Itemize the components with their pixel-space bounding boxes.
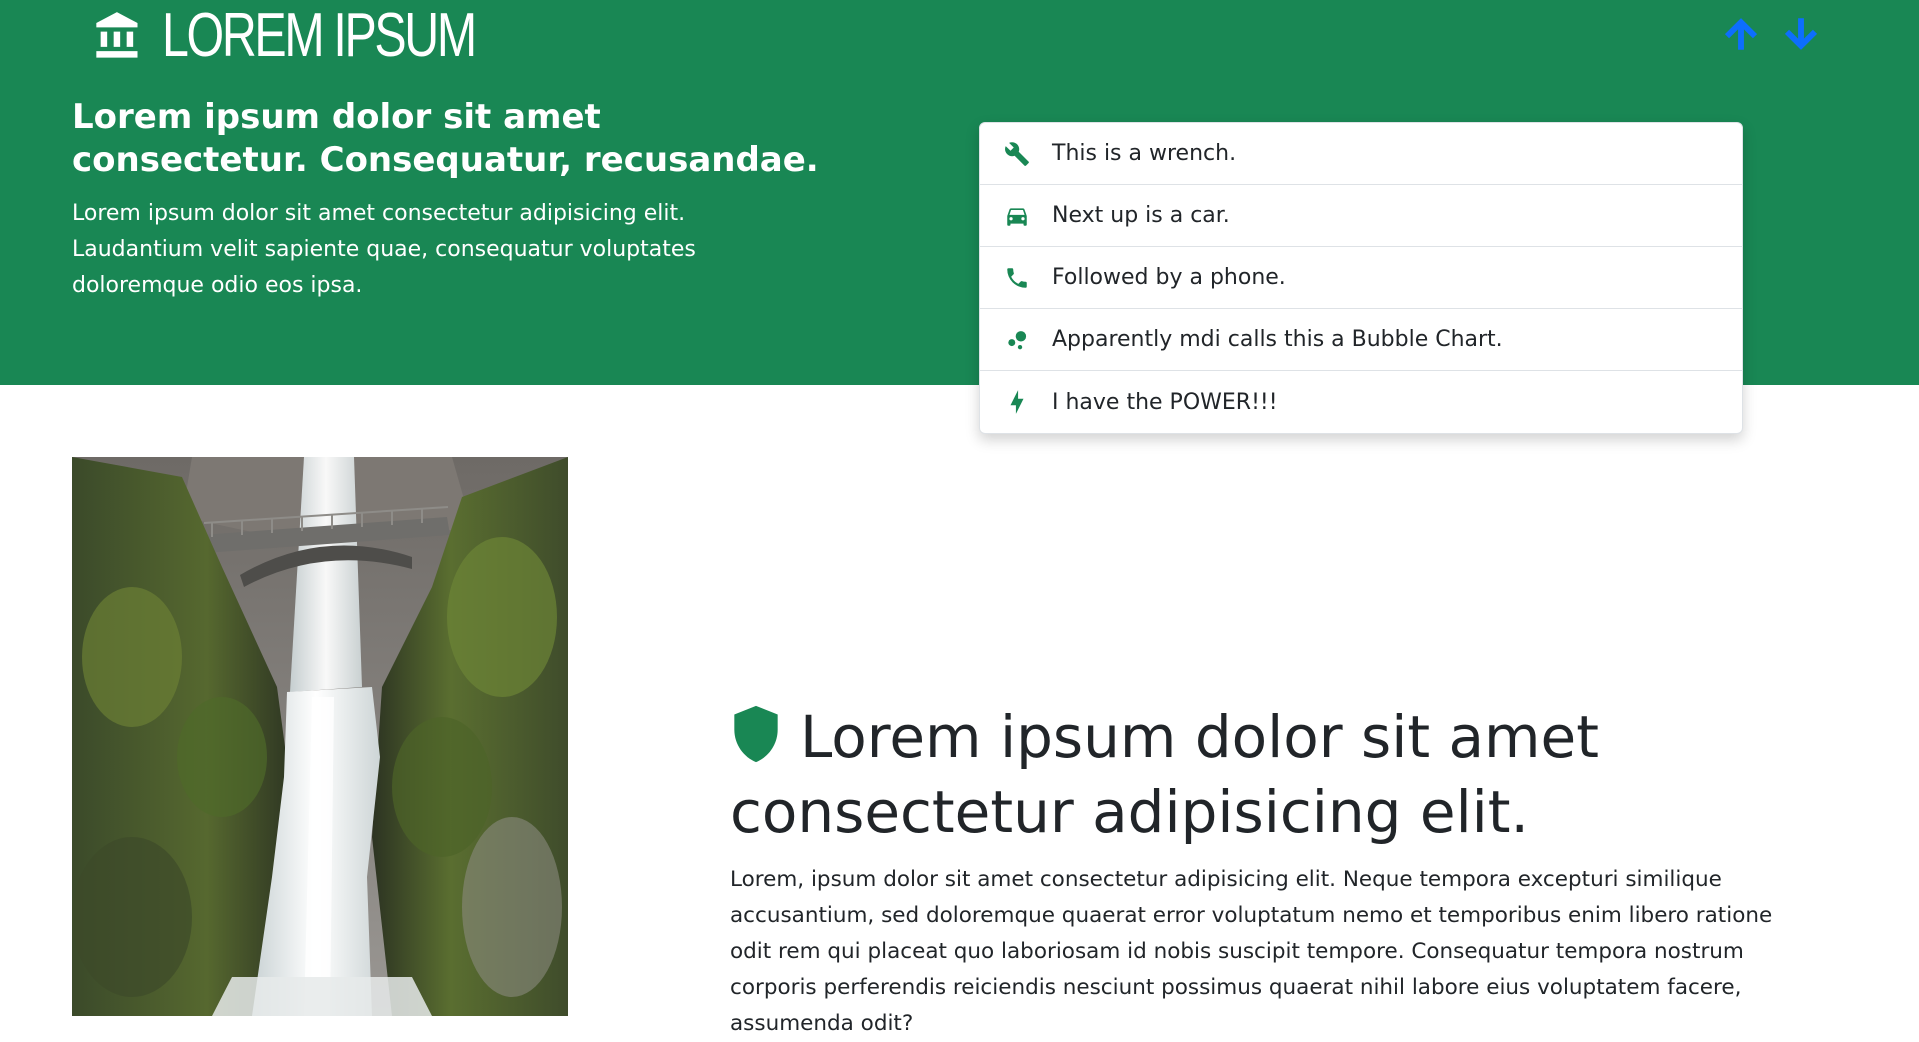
scroll-up-button[interactable] bbox=[1718, 10, 1764, 58]
bank-icon bbox=[96, 12, 138, 58]
car-icon bbox=[1004, 203, 1030, 229]
bubble-chart-icon bbox=[1004, 327, 1030, 353]
list-item-car[interactable]: Next up is a car. bbox=[980, 185, 1742, 247]
shield-icon bbox=[734, 705, 778, 763]
list-item-label: Followed by a phone. bbox=[1052, 265, 1286, 290]
feature-heading: Lorem ipsum dolor sit amet consectetur a… bbox=[730, 700, 1830, 850]
list-item-phone[interactable]: Followed by a phone. bbox=[980, 247, 1742, 309]
feature-text: Lorem, ipsum dolor sit amet consectetur … bbox=[730, 867, 1773, 1036]
list-item-label: Next up is a car. bbox=[1052, 203, 1230, 228]
scroll-arrows bbox=[1718, 10, 1838, 58]
list-item-label: I have the POWER!!! bbox=[1052, 389, 1278, 415]
scroll-down-button[interactable] bbox=[1778, 10, 1824, 58]
arrow-up-icon bbox=[1724, 18, 1758, 50]
list-item-bubble-chart[interactable]: Apparently mdi calls this a Bubble Chart… bbox=[980, 309, 1742, 371]
feature-list: This is a wrench. Next up is a car. Foll… bbox=[979, 122, 1743, 434]
hero-heading: Lorem ipsum dolor sit amet consectetur. … bbox=[72, 97, 819, 180]
lightning-bolt-icon bbox=[1004, 389, 1030, 415]
brand[interactable]: LOREM IPSUM bbox=[92, 2, 563, 70]
waterfall-photo bbox=[72, 457, 568, 1016]
hero-text: Lorem ipsum dolor sit amet consectetur a… bbox=[72, 201, 696, 298]
list-item-label: This is a wrench. bbox=[1052, 141, 1237, 166]
arrow-down-icon bbox=[1784, 18, 1818, 50]
list-item-power[interactable]: I have the POWER!!! bbox=[980, 371, 1742, 433]
list-item-wrench[interactable]: This is a wrench. bbox=[980, 123, 1742, 185]
phone-icon bbox=[1004, 265, 1030, 291]
wrench-icon bbox=[1004, 141, 1030, 167]
feature-heading-text: Lorem ipsum dolor sit amet consectetur a… bbox=[730, 703, 1599, 846]
brand-title: LOREM IPSUM bbox=[162, 1, 477, 70]
list-item-label: Apparently mdi calls this a Bubble Chart… bbox=[1052, 327, 1503, 352]
